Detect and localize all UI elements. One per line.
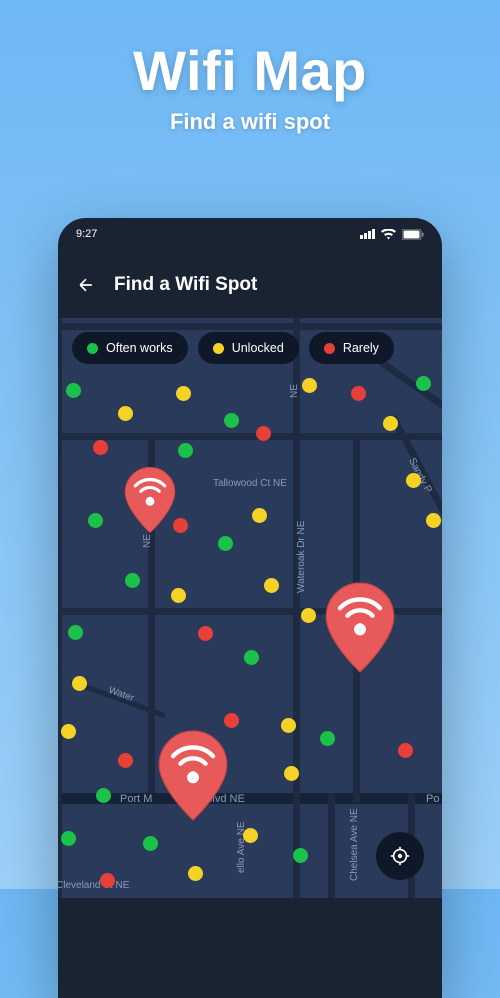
road-label: Wateroak Dr NE <box>296 521 307 593</box>
wifi-spot[interactable] <box>320 731 335 746</box>
status-indicators <box>360 229 424 240</box>
locate-button[interactable] <box>376 832 424 880</box>
road-label: St NE <box>58 572 59 598</box>
wifi-spot[interactable] <box>426 513 441 528</box>
wifi-spot[interactable] <box>176 386 191 401</box>
wifi-spot[interactable] <box>118 406 133 421</box>
wifi-spot[interactable] <box>88 513 103 528</box>
wifi-spot[interactable] <box>224 413 239 428</box>
road-label: Cleveland St NE <box>58 880 129 891</box>
chip-label: Unlocked <box>232 341 284 355</box>
wifi-spot[interactable] <box>256 426 271 441</box>
wifi-spot[interactable] <box>118 753 133 768</box>
road-label: Chelsea Ave NE <box>349 808 360 881</box>
road-label: Po <box>426 793 439 805</box>
wifi-spot[interactable] <box>61 724 76 739</box>
cellular-icon <box>360 229 375 239</box>
wifi-spot[interactable] <box>96 788 111 803</box>
wifi-spot[interactable] <box>68 625 83 640</box>
back-arrow-icon[interactable] <box>76 275 96 295</box>
wifi-pin[interactable] <box>323 580 398 680</box>
wifi-spot[interactable] <box>218 536 233 551</box>
road-label: NE <box>289 384 300 398</box>
wifi-spot[interactable] <box>143 836 158 851</box>
chip-label: Often works <box>106 341 173 355</box>
wifi-spot[interactable] <box>351 386 366 401</box>
wifi-spot[interactable] <box>171 588 186 603</box>
app-header: Find a Wifi Spot <box>58 246 442 318</box>
wifi-icon <box>381 229 396 240</box>
dot-icon <box>324 343 335 354</box>
hero-title: Wifi Map <box>0 0 500 103</box>
status-time: 9:27 <box>76 228 97 240</box>
wifi-spot[interactable] <box>244 650 259 665</box>
wifi-spot[interactable] <box>100 873 115 888</box>
wifi-spot[interactable] <box>281 718 296 733</box>
filter-chip-rarely[interactable]: Rarely <box>309 332 394 364</box>
map[interactable]: Tallowood Ct NE Wateroak Dr NE Water Por… <box>58 318 442 898</box>
wifi-spot[interactable] <box>66 383 81 398</box>
wifi-spot[interactable] <box>224 713 239 728</box>
road-label: Tallowood Ct NE <box>213 478 287 489</box>
wifi-spot[interactable] <box>301 608 316 623</box>
road-label: Port M <box>120 793 152 805</box>
wifi-pin[interactable] <box>123 465 178 540</box>
wifi-spot[interactable] <box>243 828 258 843</box>
wifi-spot[interactable] <box>293 848 308 863</box>
filter-chips: Often works Unlocked Rarely <box>72 332 394 364</box>
hero-subtitle: Find a wifi spot <box>0 109 500 135</box>
wifi-spot[interactable] <box>125 573 140 588</box>
chip-label: Rarely <box>343 341 379 355</box>
dot-icon <box>213 343 224 354</box>
wifi-spot[interactable] <box>284 766 299 781</box>
crosshair-icon <box>389 845 411 867</box>
wifi-spot[interactable] <box>398 743 413 758</box>
wifi-spot[interactable] <box>93 440 108 455</box>
wifi-spot[interactable] <box>178 443 193 458</box>
wifi-spot[interactable] <box>188 866 203 881</box>
filter-chip-often[interactable]: Often works <box>72 332 188 364</box>
wifi-spot[interactable] <box>198 626 213 641</box>
wifi-spot[interactable] <box>264 578 279 593</box>
filter-chip-unlocked[interactable]: Unlocked <box>198 332 299 364</box>
wifi-spot[interactable] <box>61 831 76 846</box>
status-bar: 9:27 <box>58 218 442 246</box>
wifi-spot[interactable] <box>383 416 398 431</box>
phone-frame: 9:27 Find a Wifi Spot <box>58 218 442 998</box>
dot-icon <box>87 343 98 354</box>
wifi-spot[interactable] <box>252 508 267 523</box>
battery-icon <box>402 229 424 240</box>
page-title: Find a Wifi Spot <box>114 274 257 296</box>
wifi-pin[interactable] <box>156 728 231 828</box>
wifi-spot[interactable] <box>302 378 317 393</box>
wifi-spot[interactable] <box>72 676 87 691</box>
wifi-spot[interactable] <box>416 376 431 391</box>
wifi-spot[interactable] <box>406 473 421 488</box>
